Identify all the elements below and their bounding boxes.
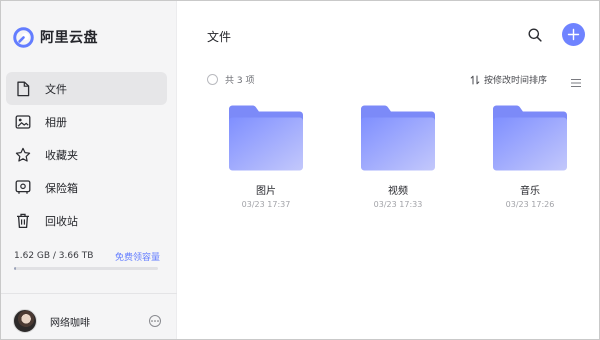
sidebar-item-label: 相册 — [45, 115, 67, 129]
avatar[interactable] — [13, 309, 37, 333]
file-grid: 图片 03/23 17:37 视频 03/23 17:33 音乐 03/23 1… — [218, 105, 588, 225]
sort-label: 按修改时间排序 — [484, 76, 548, 86]
brand[interactable]: 阿里云盘 — [13, 25, 98, 49]
aliyun-drive-logo-icon — [13, 26, 34, 48]
folder-card-music[interactable]: 音乐 03/23 17:26 — [482, 105, 582, 217]
list-view-icon — [571, 78, 581, 88]
select-all-checkbox[interactable] — [207, 74, 218, 85]
storage-used-text: 1.62 GB / 3.66 TB — [14, 251, 94, 261]
star-icon — [15, 147, 31, 163]
sidebar-item-favorites[interactable]: 收藏夹 — [6, 138, 167, 171]
folder-date: 03/23 17:33 — [373, 200, 423, 209]
folder-card-videos[interactable]: 视频 03/23 17:33 — [350, 105, 450, 217]
storage-progress-bar — [14, 267, 158, 270]
more-options-button[interactable] — [149, 315, 161, 327]
sidebar-item-recycle-bin[interactable]: 回收站 — [6, 204, 167, 237]
user-profile[interactable]: 网络咖啡 — [13, 308, 161, 334]
page-title: 文件 — [207, 30, 232, 44]
safe-box-icon — [15, 180, 31, 196]
sidebar-item-label: 保险箱 — [45, 181, 78, 195]
storage-usage: 1.62 GB / 3.66 TB 免费领容量 — [14, 249, 160, 270]
trash-icon — [15, 213, 31, 229]
main-content: 文件 共 3 项 按修改时间排序 图片 03/23 17:37 视频 03/23… — [178, 1, 599, 339]
folder-name: 音乐 — [520, 186, 540, 197]
more-dots-icon — [151, 320, 159, 322]
sidebar: 阿里云盘 文件 相册 收藏夹 保险箱 回收站 1.62 GB / 3.66 TB… — [1, 1, 177, 339]
folder-card-pictures[interactable]: 图片 03/23 17:37 — [218, 105, 318, 217]
folder-icon — [361, 105, 435, 171]
add-button[interactable] — [562, 23, 585, 46]
sidebar-item-label: 文件 — [45, 82, 67, 96]
search-icon — [528, 28, 542, 42]
folder-name: 图片 — [256, 186, 276, 197]
sidebar-divider — [1, 293, 177, 294]
select-all-toggle[interactable]: 共 3 项 — [207, 73, 254, 86]
sidebar-nav: 文件 相册 收藏夹 保险箱 回收站 — [6, 72, 167, 237]
user-name: 网络咖啡 — [50, 317, 90, 329]
sort-button[interactable]: 按修改时间排序 — [470, 73, 547, 86]
folder-name: 视频 — [388, 186, 408, 197]
folder-date: 03/23 17:26 — [505, 200, 555, 209]
folder-icon — [493, 105, 567, 171]
sidebar-item-safe-box[interactable]: 保险箱 — [6, 171, 167, 204]
sidebar-item-files[interactable]: 文件 — [6, 72, 167, 105]
photo-album-icon — [15, 114, 31, 130]
search-button[interactable] — [527, 27, 543, 43]
app-name: 阿里云盘 — [40, 30, 98, 46]
folder-icon — [229, 105, 303, 171]
file-icon — [15, 81, 31, 97]
sidebar-item-label: 收藏夹 — [45, 148, 78, 162]
sort-arrows-icon — [470, 75, 480, 84]
folder-date: 03/23 17:37 — [241, 200, 291, 209]
storage-progress-fill — [14, 267, 17, 270]
app-window: 阿里云盘 文件 相册 收藏夹 保险箱 回收站 1.62 GB / 3.66 TB… — [0, 0, 600, 340]
sidebar-item-photo-album[interactable]: 相册 — [6, 105, 167, 138]
plus-icon — [567, 28, 580, 41]
sidebar-item-label: 回收站 — [45, 214, 78, 228]
get-free-storage-link[interactable]: 免费领容量 — [115, 250, 160, 263]
item-count: 共 3 项 — [225, 76, 255, 86]
view-toggle-button[interactable] — [570, 73, 582, 88]
